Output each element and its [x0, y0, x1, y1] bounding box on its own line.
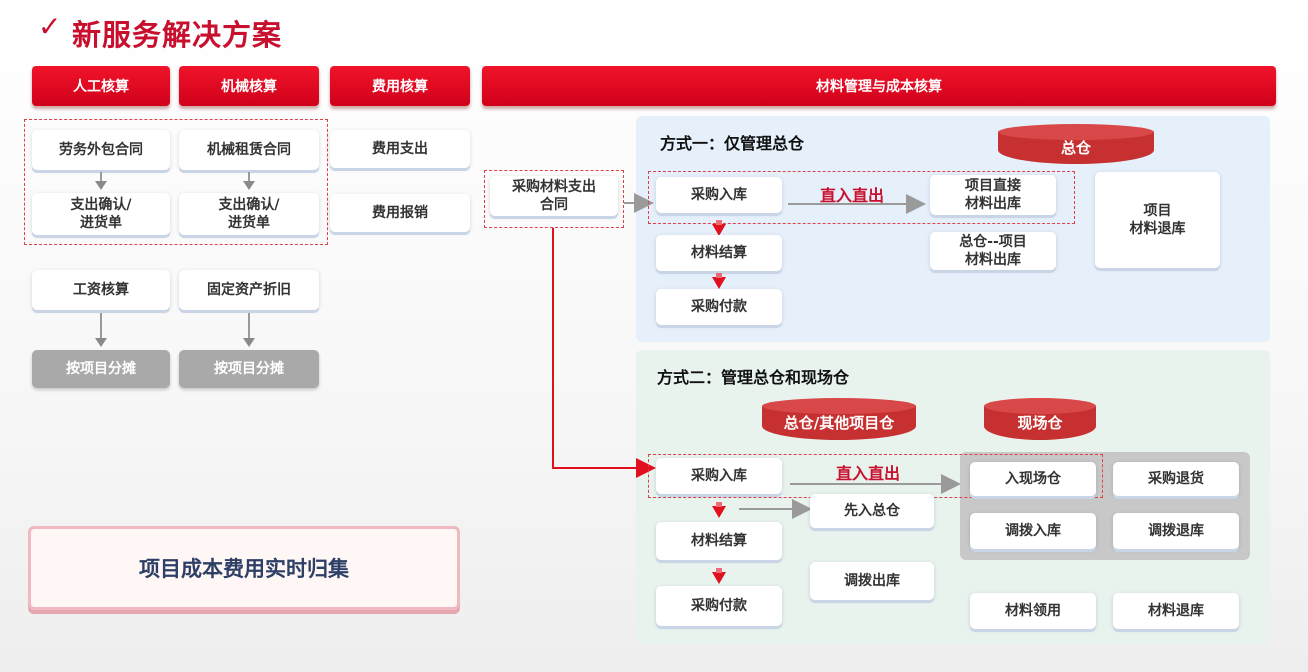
red-down-arrow-icon: [712, 502, 726, 518]
mode1-purchase-in-box: 采购入库: [656, 177, 782, 213]
mode1-general-project-out-box: 总仓--项目 材料出库: [930, 232, 1056, 270]
transfer-return-box: 调拨退库: [1113, 513, 1239, 549]
mode1-settle-box: 材料结算: [656, 235, 782, 271]
warehouse-general-other-label: 总仓/其他项目仓: [783, 413, 895, 432]
mode2-direct-label: 直入直出: [836, 464, 901, 483]
first-general-box: 先入总仓: [810, 494, 934, 528]
warehouse-general-other-icon: 总仓/其他项目仓: [762, 398, 916, 440]
warehouse-general-icon: 总仓: [998, 124, 1154, 164]
warehouse-site-label: 现场仓: [1017, 413, 1063, 432]
site-in-box: 入现场仓: [970, 462, 1096, 496]
material-use-box: 材料领用: [970, 593, 1096, 629]
red-down-arrow-icon: [712, 220, 726, 236]
mode1-label: 方式一：仅管理总仓: [660, 134, 805, 153]
mode1-project-direct-out-box: 项目直接 材料出库: [930, 175, 1056, 215]
arrow-contract-to-mode2: [552, 228, 656, 478]
mode2-purchase-in-box: 采购入库: [656, 458, 782, 494]
red-down-arrow-icon: [712, 568, 726, 584]
warehouse-site-icon: 现场仓: [984, 398, 1096, 440]
mode2-label: 方式二：管理总仓和现场仓: [657, 368, 850, 387]
transfer-out-box: 调拨出库: [810, 562, 934, 600]
red-down-arrow-icon: [712, 273, 726, 289]
arrow-first-general: [739, 499, 812, 519]
material-return-box: 材料退库: [1113, 593, 1239, 629]
mode1-project-return-box: 项目 材料退库: [1095, 172, 1220, 268]
mode1-pay-box: 采购付款: [656, 289, 782, 325]
transfer-in-box: 调拨入库: [970, 513, 1096, 549]
purchase-return-box: 采购退货: [1113, 462, 1239, 496]
warehouse-general-label: 总仓: [1060, 138, 1091, 157]
mode1-direct-label: 直入直出: [820, 186, 885, 205]
mode2-settle-box: 材料结算: [656, 522, 782, 560]
connector-lines: [552, 193, 961, 519]
mode2-pay-box: 采购付款: [656, 586, 782, 626]
